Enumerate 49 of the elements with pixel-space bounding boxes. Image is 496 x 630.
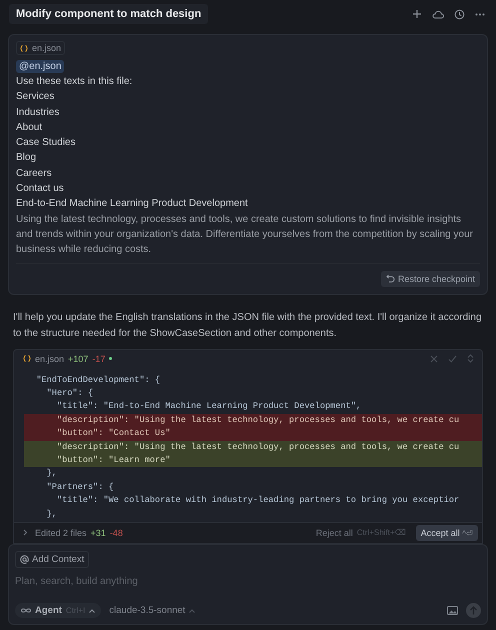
- chat-title: Modify component to match design: [9, 4, 208, 24]
- message-line: Industries: [16, 106, 60, 120]
- code-line: "Partners": {: [46, 480, 115, 494]
- check-icon[interactable]: [448, 354, 457, 363]
- message-line: Services: [16, 90, 56, 104]
- message-line: Blog: [16, 151, 38, 166]
- image-icon[interactable]: [447, 606, 458, 615]
- modified-dot-icon: [109, 357, 112, 360]
- message-line: Contact us: [16, 182, 65, 196]
- cloud-icon[interactable]: [432, 10, 444, 18]
- message-line: Case Studies: [16, 136, 76, 150]
- model-selector[interactable]: claude-3.5-sonnet: [109, 605, 196, 616]
- undo-icon: [386, 274, 395, 284]
- accept-all-button[interactable]: Accept all ^⏎: [416, 524, 478, 541]
- more-icon[interactable]: [475, 12, 485, 16]
- message-line: About: [16, 120, 44, 135]
- chevron-icon[interactable]: [23, 529, 28, 536]
- added-count: +31: [90, 528, 106, 538]
- plus-icon[interactable]: [412, 9, 422, 19]
- added-count: +107: [68, 354, 88, 364]
- code-line: "title": "We collaborate with industry-leading partners to bring you exceptior: [56, 494, 460, 508]
- removed-count: -48: [110, 528, 123, 538]
- message-line: Careers: [16, 166, 53, 181]
- history-icon[interactable]: [454, 8, 465, 20]
- add-context-button[interactable]: Add Context: [15, 550, 90, 568]
- json-file-icon: [20, 44, 28, 52]
- file-mention: @en.json: [16, 60, 64, 73]
- code-line: "title": "End-to-End Machine Learning Product Development",: [56, 400, 362, 414]
- message-line: Use these texts in this file:: [16, 75, 134, 89]
- caret-icon: [89, 608, 96, 612]
- restore-checkpoint-button[interactable]: Restore checkpoint: [380, 270, 480, 287]
- edited-files-label[interactable]: Edited 2 files: [35, 528, 87, 538]
- infinity-icon: [21, 608, 31, 613]
- caret-icon: [189, 608, 196, 612]
- file-chip[interactable]: en.json: [16, 41, 66, 55]
- code-line: "EndToEndDevelopment": {: [35, 374, 162, 387]
- shortcut-hint: Ctrl+Shift+⌫: [356, 528, 406, 538]
- file-name[interactable]: en.json: [35, 354, 64, 364]
- message-line: End-to-End Machine Learning Product Development: [16, 197, 249, 212]
- reject-all-button[interactable]: Reject all: [316, 528, 353, 538]
- code-line: },: [46, 508, 58, 521]
- removed-count: -17: [92, 354, 106, 364]
- code-line: },: [46, 467, 58, 480]
- at-sign-icon: [20, 554, 29, 564]
- prompt-field[interactable]: Plan, search, build anything: [15, 576, 315, 587]
- json-file-icon: [23, 355, 31, 362]
- message-line: Using the latest technology, processes and tools, we create custom solutions to find invisible insights and trends within your organization's data. Differentiate yourselves from the competition by scaling your business while reducing costs.: [16, 212, 474, 258]
- assistant-message: I'll help you update the English translations in the JSON file with the provided text. I'll organize it according to the structure needed for the ShowCaseSection and other components.: [13, 310, 483, 342]
- code-line: "Hero": {: [46, 386, 94, 400]
